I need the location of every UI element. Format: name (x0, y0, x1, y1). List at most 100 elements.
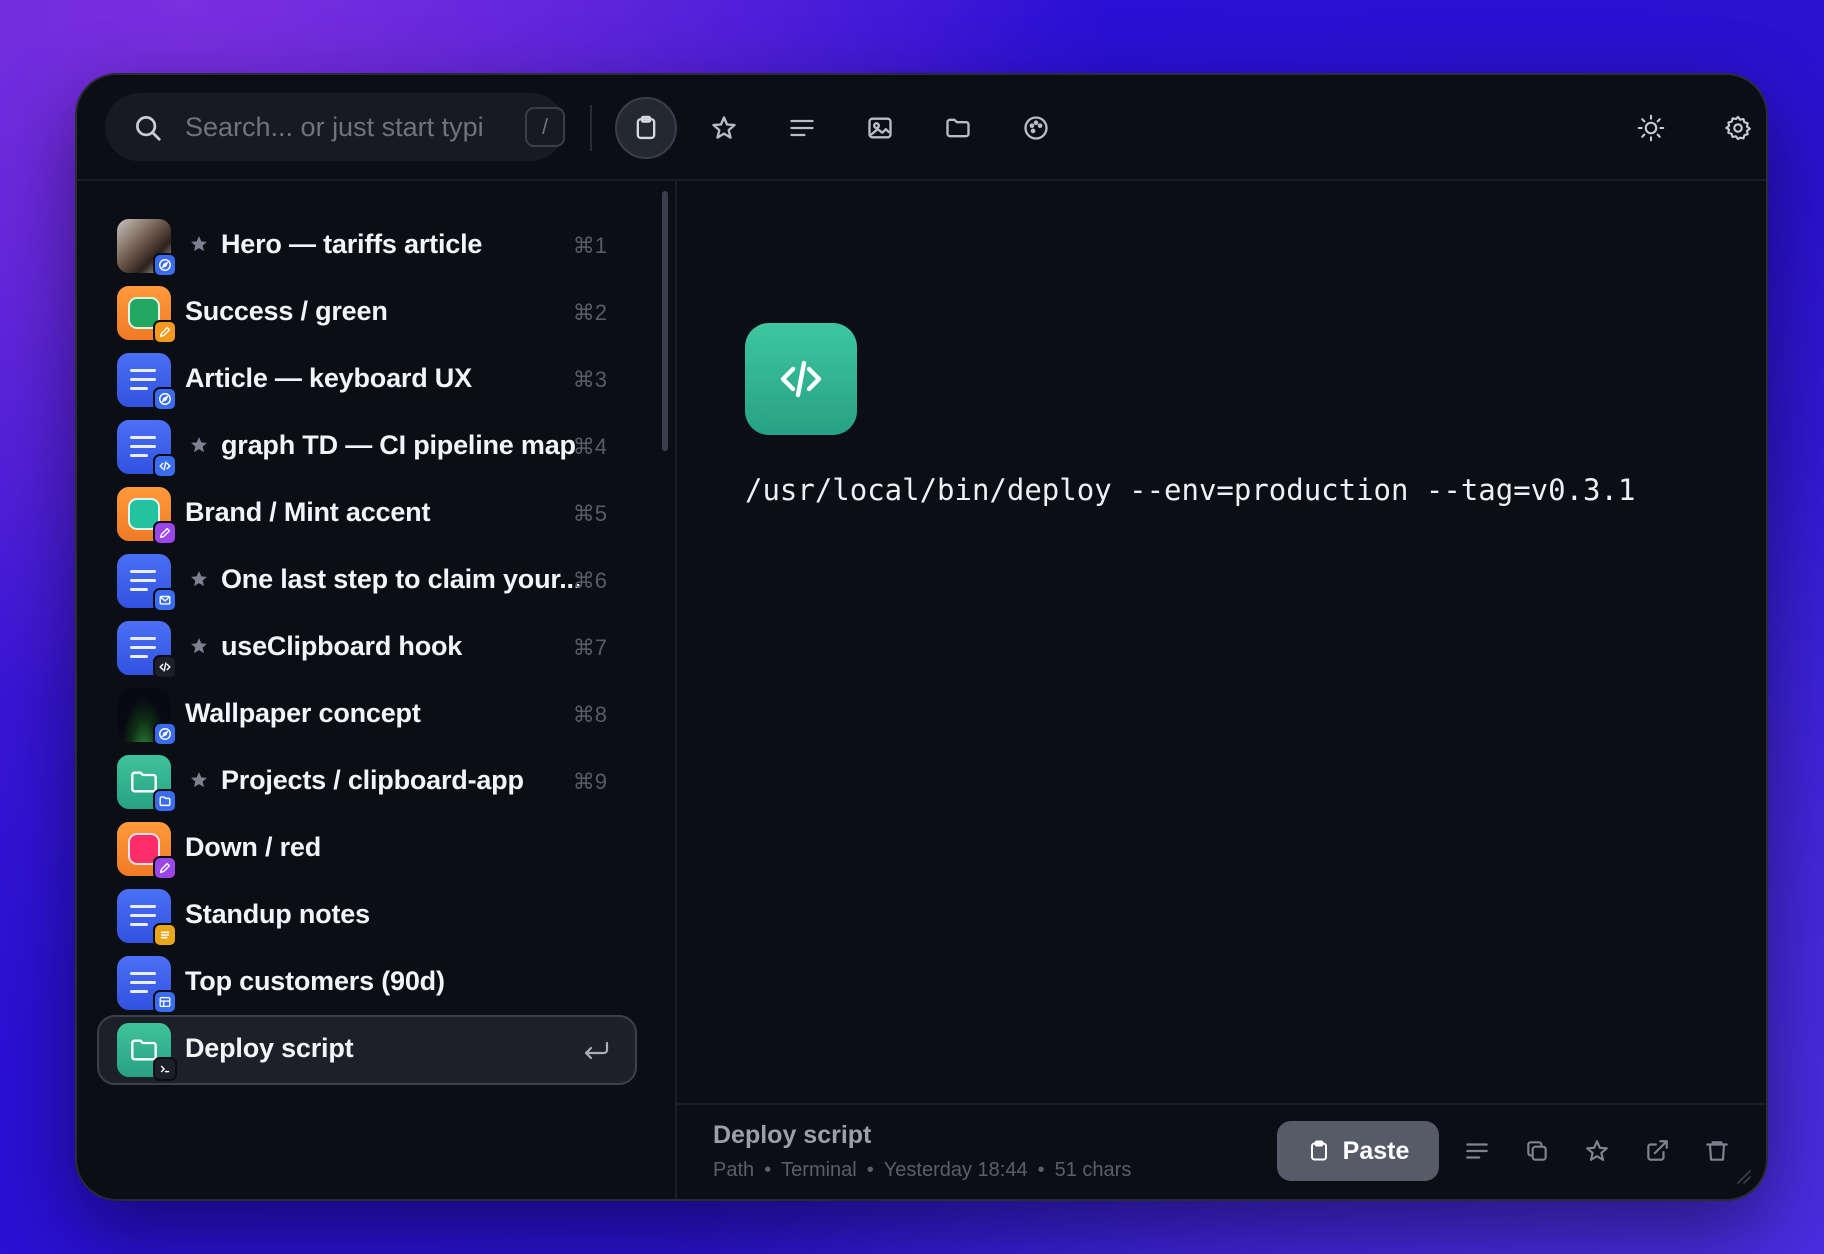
list-scrollbar[interactable] (662, 191, 668, 451)
open-external-button[interactable] (1637, 1131, 1677, 1171)
search-input[interactable] (185, 105, 485, 149)
source-badge (153, 655, 177, 679)
item-label: Success / green (185, 296, 388, 326)
list-item[interactable]: Down / red (97, 814, 637, 884)
star-icon (191, 437, 207, 453)
item-label: Wallpaper concept (185, 698, 421, 728)
item-shortcut: ⌘7 (572, 635, 607, 660)
filter-files-button[interactable] (927, 97, 989, 159)
source-badge (153, 722, 177, 746)
star-icon (191, 571, 207, 587)
item-shortcut: ⌘4 (572, 434, 607, 459)
notes-icon (160, 931, 170, 939)
filter-starred-button[interactable] (693, 97, 755, 159)
list-item[interactable]: Brand / Mint accent ⌘5 (97, 479, 637, 549)
source-badge (153, 588, 177, 612)
clip-detail-pane: /usr/local/bin/deploy --env=production -… (677, 181, 1766, 1199)
mail-icon (159, 595, 171, 605)
filter-text-button[interactable] (771, 97, 833, 159)
source-badge (153, 856, 177, 880)
clip-title: Deploy script (713, 1121, 872, 1149)
favorite-button[interactable] (1577, 1131, 1617, 1171)
search-shortcut-key: / (525, 107, 565, 147)
item-shortcut: ⌘8 (572, 702, 607, 727)
detail-footer: Deploy script Path • Terminal • Yesterday 18… (677, 1103, 1766, 1199)
item-label: useClipboard hook (221, 631, 463, 661)
clip-history-list[interactable]: Hero — tariffs article ⌘1 Success / gree… (77, 181, 677, 1199)
list-item[interactable]: One last step to claim your... ⌘6 (97, 546, 637, 616)
sun-icon (1637, 114, 1665, 142)
folder-icon (946, 118, 970, 138)
filter-colors-button[interactable] (1005, 97, 1067, 159)
paste-button[interactable]: Paste (1277, 1121, 1439, 1181)
source-badge (153, 253, 177, 277)
star-icon (712, 116, 736, 139)
list-item[interactable]: Article — keyboard UX ⌘3 (97, 345, 637, 415)
list-item[interactable]: Standup notes (97, 881, 637, 951)
copy-icon (1527, 1141, 1547, 1161)
format-button[interactable] (1457, 1131, 1497, 1171)
resize-handle-icon[interactable] (1732, 1165, 1752, 1185)
star-icon (191, 236, 207, 252)
filter-images-button[interactable] (849, 97, 911, 159)
delete-button[interactable] (1697, 1131, 1737, 1171)
clip-content[interactable]: /usr/local/bin/deploy --env=production -… (745, 473, 1635, 507)
item-label: Brand / Mint accent (185, 497, 431, 527)
pencil-icon (159, 326, 171, 338)
source-badge (153, 789, 177, 813)
clip-timestamp: Yesterday 18:44 (883, 1159, 1028, 1181)
star-icon (191, 638, 207, 654)
search-bar[interactable]: / (105, 93, 565, 161)
star-icon (191, 772, 207, 788)
item-shortcut: ⌘3 (572, 367, 607, 392)
source-badge (153, 454, 177, 478)
list-item[interactable]: Hero — tariffs article ⌘1 (97, 211, 637, 281)
clip-meta: Path • Terminal • Yesterday 18:44 • 51 chars (713, 1159, 1132, 1181)
gear-icon (1725, 115, 1751, 141)
item-shortcut: ⌘6 (572, 568, 607, 593)
settings-button[interactable] (1707, 97, 1766, 159)
list-item[interactable]: Wallpaper concept ⌘8 (97, 680, 637, 750)
code-icon (780, 360, 822, 398)
theme-toggle-button[interactable] (1620, 97, 1682, 159)
source-badge (153, 1057, 177, 1081)
source-badge (153, 923, 177, 947)
trash-icon (1706, 1141, 1728, 1161)
list-item[interactable]: Top customers (90d) (97, 948, 637, 1018)
search-icon (136, 116, 161, 141)
terminal-icon (160, 1065, 170, 1073)
source-badge (153, 521, 177, 545)
copy-button[interactable] (1517, 1131, 1557, 1171)
item-label: Hero — tariffs article (221, 229, 483, 259)
text-lines-icon (790, 119, 814, 137)
item-shortcut: ⌘2 (572, 300, 607, 325)
item-label: Projects / clipboard-app (221, 765, 524, 795)
filter-all-button[interactable] (615, 97, 677, 159)
list-item[interactable]: Success / green ⌘2 (97, 278, 637, 348)
content-type-tile (745, 323, 857, 435)
source-badge (153, 387, 177, 411)
pencil-icon (159, 527, 171, 539)
star-icon (1586, 1140, 1608, 1161)
open-external-icon (1647, 1140, 1668, 1161)
pencil-icon (159, 862, 171, 874)
list-item-selected[interactable]: Deploy script (97, 1015, 637, 1085)
table-icon (159, 996, 171, 1008)
list-item[interactable]: Projects / clipboard-app ⌘9 (97, 747, 637, 817)
item-label: Top customers (90d) (185, 966, 445, 996)
source-badge (153, 320, 177, 344)
item-shortcut: ⌘5 (572, 501, 607, 526)
safari-icon (159, 393, 171, 405)
toolbar: / (77, 75, 1766, 181)
return-key-icon (584, 1041, 609, 1060)
item-label: Article — keyboard UX (185, 363, 472, 393)
clip-kind: Path (713, 1159, 755, 1181)
item-shortcut: ⌘1 (572, 233, 607, 258)
clipboard-icon (636, 115, 656, 140)
clipboard-icon (1310, 1140, 1327, 1161)
item-label: Deploy script (185, 1033, 354, 1063)
safari-icon (159, 728, 171, 740)
list-item[interactable]: useClipboard hook ⌘7 (97, 613, 637, 683)
list-item[interactable]: graph TD — CI pipeline map ⌘4 (97, 412, 637, 482)
paste-label: Paste (1342, 1136, 1410, 1165)
